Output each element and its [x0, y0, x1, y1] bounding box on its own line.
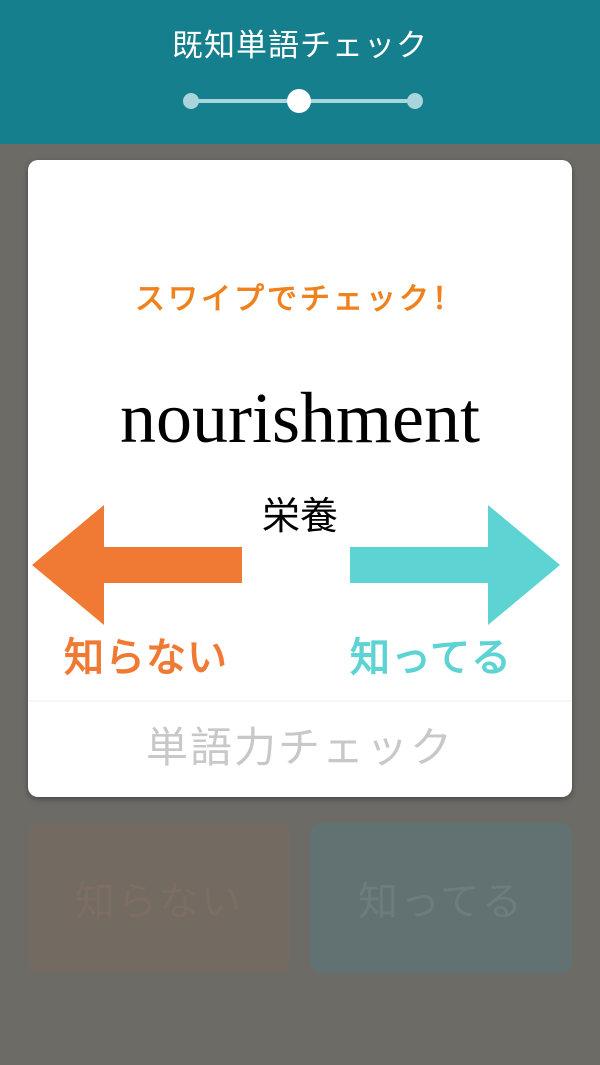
card-footer-title: 単語力チェック: [145, 723, 454, 772]
swipe-left-label: 知らない: [64, 635, 228, 681]
page-title: 既知単語チェック: [172, 28, 428, 64]
swipe-hint: スワイプでチェック！: [135, 282, 465, 317]
header-bar: 既知単語チェック: [0, 0, 600, 144]
progress-step-2-current: [287, 89, 311, 113]
progress-step-1: [183, 93, 199, 109]
progress-step-3: [407, 93, 423, 109]
card-divider: [28, 700, 572, 702]
swipe-right-label: 知ってる: [350, 635, 512, 681]
dont-know-button[interactable]: 知らない: [28, 823, 290, 973]
progress-indicator: [183, 88, 423, 114]
arrow-right-icon: [350, 505, 560, 625]
swipe-word-card[interactable]: スワイプでチェック！ nourishment 栄養 知らない 知ってる 単語力チ…: [28, 160, 572, 797]
vocabulary-word: nourishment: [120, 378, 480, 458]
arrow-left-icon: [32, 505, 242, 625]
know-button[interactable]: 知ってる: [310, 823, 572, 973]
